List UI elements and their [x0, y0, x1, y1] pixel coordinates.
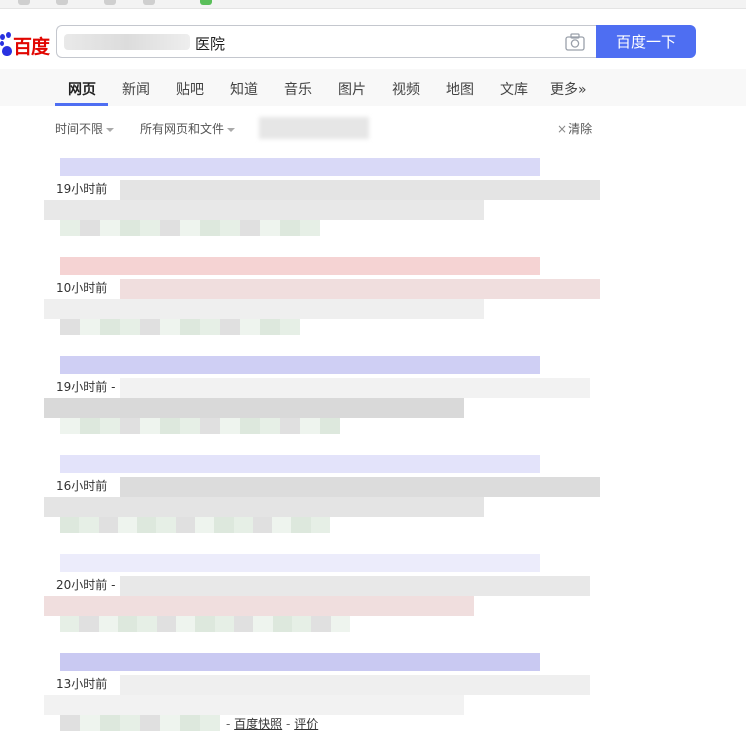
- chevron-down-icon: [227, 127, 236, 132]
- clear-filter-button[interactable]: ×清除: [557, 120, 592, 137]
- tab-images[interactable]: 图片: [338, 79, 366, 99]
- result-url-redacted[interactable]: [60, 715, 220, 731]
- search-button[interactable]: 百度一下: [596, 25, 696, 58]
- tab-zhidao[interactable]: 知道: [230, 79, 258, 99]
- chevron-down-icon: [106, 127, 115, 132]
- site-filter-redacted: [259, 117, 369, 139]
- result-url-redacted[interactable]: [60, 616, 350, 632]
- result-snippet-redacted: [120, 477, 600, 497]
- result-url-redacted[interactable]: [60, 517, 330, 533]
- tab-web[interactable]: 网页: [68, 79, 96, 99]
- result-title-redacted[interactable]: [60, 653, 540, 671]
- result-title-redacted[interactable]: [60, 554, 540, 572]
- result-time: 10小时前: [56, 279, 110, 296]
- result-snippet-redacted: [120, 279, 600, 299]
- result-snippet-redacted: [120, 576, 590, 596]
- scope-filter-label: 所有网页和文件: [140, 122, 225, 136]
- result-time: 16小时前: [56, 477, 110, 494]
- result-url-redacted[interactable]: [60, 418, 340, 434]
- search-result[interactable]: 19小时前 -: [40, 352, 610, 444]
- search-result[interactable]: 10小时前: [40, 253, 610, 345]
- result-snippet-redacted: [44, 596, 475, 616]
- clear-label: 清除: [568, 122, 593, 136]
- separator: -: [286, 717, 291, 731]
- search-query-text: 医院: [195, 35, 226, 53]
- search-result[interactable]: 16小时前: [40, 451, 610, 543]
- active-tab-indicator: [55, 103, 108, 106]
- browser-toolbar-strip: [0, 0, 746, 9]
- tab-wenku[interactable]: 文库: [500, 79, 528, 99]
- result-snippet-redacted: [120, 675, 590, 695]
- result-time: 20小时前 -: [56, 576, 118, 593]
- separator: -: [226, 717, 231, 731]
- home-icon[interactable]: [143, 0, 155, 5]
- result-url-redacted[interactable]: [60, 319, 300, 335]
- secure-icon: [200, 0, 212, 5]
- search-result[interactable]: 19小时前: [40, 154, 610, 246]
- result-title-redacted[interactable]: [60, 257, 540, 275]
- result-time: 19小时前 -: [56, 378, 118, 395]
- baidu-logo[interactable]: 百度: [0, 30, 50, 60]
- tab-video[interactable]: 视频: [392, 79, 420, 99]
- result-url-redacted[interactable]: [60, 220, 320, 236]
- tab-tieba[interactable]: 贴吧: [176, 79, 204, 99]
- result-time: 19小时前: [56, 180, 110, 197]
- result-time: 13小时前: [56, 675, 110, 692]
- scope-filter-dropdown[interactable]: 所有网页和文件: [140, 120, 236, 137]
- cache-link[interactable]: 百度快照: [234, 717, 282, 731]
- close-icon: ×: [557, 122, 568, 136]
- result-title-redacted[interactable]: [60, 158, 540, 176]
- result-snippet-redacted: [120, 180, 600, 200]
- result-title-redacted[interactable]: [60, 455, 540, 473]
- search-result[interactable]: 13小时前: [40, 649, 610, 741]
- logo-text: 百度: [13, 35, 50, 58]
- result-snippet-redacted: [44, 200, 484, 220]
- tab-more[interactable]: 更多»: [550, 79, 587, 99]
- time-filter-label: 时间不限: [55, 122, 104, 136]
- search-result[interactable]: 20小时前 -: [40, 550, 610, 642]
- tab-news[interactable]: 新闻: [122, 79, 150, 99]
- back-icon[interactable]: [18, 0, 30, 5]
- result-snippet-redacted: [120, 378, 590, 398]
- result-snippet-redacted: [44, 497, 484, 517]
- result-snippet-redacted: [44, 695, 464, 715]
- tab-map[interactable]: 地图: [446, 79, 474, 99]
- tab-bar: [0, 69, 746, 106]
- result-snippet-redacted: [44, 398, 464, 418]
- search-query-redacted: [64, 34, 190, 50]
- result-links: - 百度快照 - 评价: [226, 715, 318, 732]
- result-snippet-redacted: [44, 299, 484, 319]
- tab-music[interactable]: 音乐: [284, 79, 312, 99]
- time-filter-dropdown[interactable]: 时间不限: [55, 120, 115, 137]
- camera-icon[interactable]: [565, 33, 585, 51]
- review-link[interactable]: 评价: [294, 717, 318, 731]
- result-title-redacted[interactable]: [60, 356, 540, 374]
- refresh-icon[interactable]: [104, 0, 116, 5]
- baidu-paw-icon: [0, 32, 12, 58]
- forward-icon[interactable]: [56, 0, 68, 5]
